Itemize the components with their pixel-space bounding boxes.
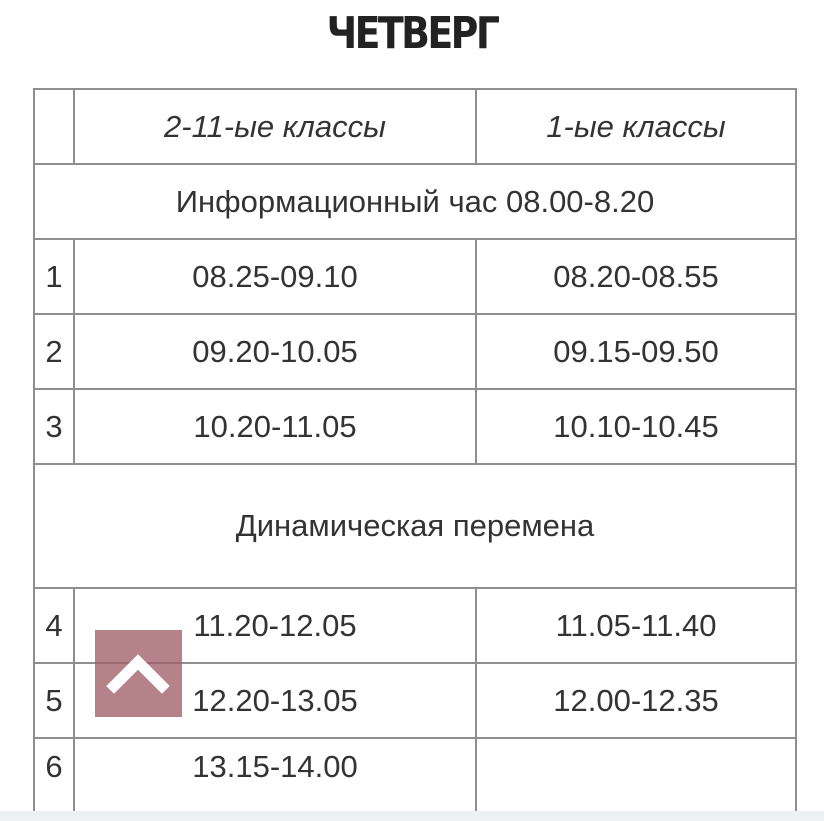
lesson-time-grades-1: 11.05-11.40 [475,587,797,664]
table-row: 2 09.20-10.05 09.15-09.50 [33,313,797,390]
lesson-time-grades-2-11: 08.25-09.10 [73,238,477,315]
header-num-cell [33,88,75,165]
lesson-number: 5 [33,662,75,739]
info-hour-row: Информационный час 08.00-8.20 [33,163,797,240]
lesson-time-grades-1: 12.00-12.35 [475,662,797,739]
table-row: 1 08.25-09.10 08.20-08.55 [33,238,797,315]
scroll-to-top-button[interactable] [95,630,182,717]
lesson-time-grades-2-11: 13.15-14.00 [73,737,477,819]
dynamic-break-cell: Динамическая перемена [33,463,797,589]
lesson-number: 6 [33,737,75,819]
lesson-number: 2 [33,313,75,390]
chevron-up-icon [106,654,170,694]
info-hour-cell: Информационный час 08.00-8.20 [33,163,797,240]
lesson-time-grades-1: 08.20-08.55 [475,238,797,315]
page-title: ЧЕТВЕРГ [326,8,500,59]
lesson-number: 1 [33,238,75,315]
table-row: 6 13.15-14.00 [33,737,797,819]
lesson-time-grades-2-11: 09.20-10.05 [73,313,477,390]
header-grades-1: 1-ые классы [475,88,797,165]
page: ЧЕТВЕРГ 2-11-ые классы 1-ые классы Инфор… [0,0,824,821]
lesson-number: 4 [33,587,75,664]
lesson-time-grades-1 [475,737,797,819]
table-header-row: 2-11-ые классы 1-ые классы [33,88,797,165]
table-row: 3 10.20-11.05 10.10-10.45 [33,388,797,465]
lesson-time-grades-2-11: 10.20-11.05 [73,388,477,465]
lesson-time-grades-1: 09.15-09.50 [475,313,797,390]
lesson-number: 3 [33,388,75,465]
header-grades-2-11: 2-11-ые классы [73,88,477,165]
dynamic-break-row: Динамическая перемена [33,463,797,589]
bottom-bar [0,811,824,821]
lesson-time-grades-1: 10.10-10.45 [475,388,797,465]
